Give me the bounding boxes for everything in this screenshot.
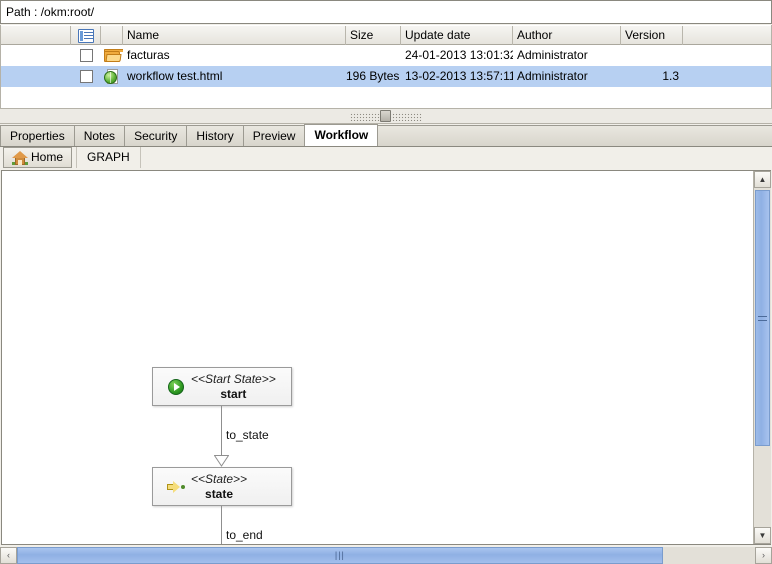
list-view-icon xyxy=(77,28,94,43)
row-blank1 xyxy=(1,45,71,66)
scroll-right-button[interactable]: › xyxy=(755,546,772,564)
subtab-home-label: Home xyxy=(31,150,64,164)
cell-size: 196 Bytes xyxy=(346,69,400,83)
column-header-name[interactable]: Name xyxy=(123,26,346,45)
chevron-left-icon: ‹ xyxy=(7,550,10,560)
tab-preview[interactable]: Preview xyxy=(242,125,306,146)
workflow-node-state-stereotype: <<State>> xyxy=(191,471,248,486)
chevron-up-icon: ▲ xyxy=(758,175,767,184)
cell-author: Administrator xyxy=(517,48,588,62)
workflow-node-start-text: <<Start State>> start xyxy=(191,372,276,402)
workflow-graph-canvas[interactable]: <<Start State>> start to_state <<State>>… xyxy=(2,171,754,544)
html-globe-icon xyxy=(104,68,120,85)
workflow-node-start[interactable]: <<Start State>> start xyxy=(152,367,292,406)
scroll-left-button[interactable]: ‹ xyxy=(0,546,17,564)
tab-strip-filler xyxy=(376,125,772,146)
column-header-blank1[interactable] xyxy=(1,26,71,45)
workflow-edge-to-state-line xyxy=(221,406,222,456)
horizontal-scroll-trough[interactable]: ||| xyxy=(17,546,755,564)
cell-name: facturas xyxy=(127,48,170,62)
cell-version: 1.3 xyxy=(662,69,679,83)
workflow-node-state-name: state xyxy=(205,486,234,501)
tab-security[interactable]: Security xyxy=(124,125,188,146)
workflow-edge-to-end-label: to_end xyxy=(226,528,263,542)
workflow-sub-tab-strip: Home GRAPH xyxy=(0,147,772,170)
column-header-size[interactable]: Size xyxy=(346,26,401,45)
horizontal-splitter[interactable] xyxy=(0,108,772,124)
row-icon-cell xyxy=(101,45,123,66)
workflow-edge-to-state-label: to_state xyxy=(226,428,269,442)
path-label: Path : /okm:root/ xyxy=(6,5,95,19)
subtab-graph[interactable]: GRAPH xyxy=(76,147,141,168)
vertical-scroll-thumb[interactable] xyxy=(755,190,770,446)
detail-tab-strip: Properties Notes Security History Previe… xyxy=(0,124,772,147)
cell-pad xyxy=(683,66,771,87)
folder-icon xyxy=(103,48,123,63)
column-header-pad xyxy=(683,26,771,45)
workflow-node-state[interactable]: <<State>> state xyxy=(152,467,292,506)
cell-pad xyxy=(683,45,771,66)
scroll-up-button[interactable]: ▲ xyxy=(754,171,771,188)
column-header-blank2[interactable] xyxy=(101,26,123,45)
column-header-version[interactable]: Version xyxy=(621,26,683,45)
cell-name: workflow test.html xyxy=(127,69,223,83)
state-icon xyxy=(167,480,185,494)
workflow-edge-to-state-arrowhead xyxy=(214,455,229,467)
horizontal-scroll-thumb[interactable]: ||| xyxy=(17,546,663,564)
row-checkbox-cell[interactable] xyxy=(71,66,101,87)
tab-workflow[interactable]: Workflow xyxy=(304,124,379,146)
row-blank1 xyxy=(1,66,71,87)
tab-history[interactable]: History xyxy=(186,125,244,146)
vertical-scroll-trough[interactable] xyxy=(754,188,771,527)
column-header-author[interactable]: Author xyxy=(513,26,621,45)
scroll-down-button[interactable]: ▼ xyxy=(754,527,771,544)
tab-notes[interactable]: Notes xyxy=(73,125,126,146)
workflow-edge-to-end-line xyxy=(221,506,222,544)
chevron-down-icon: ▼ xyxy=(758,531,767,540)
column-header-update-date[interactable]: Update date xyxy=(401,26,513,45)
chevron-right-icon: › xyxy=(762,550,765,560)
cell-update-date: 13-02-2013 13:57:11 xyxy=(405,69,513,83)
scroll-thumb-grip-icon: ||| xyxy=(334,550,345,560)
workflow-node-start-stereotype: <<Start State>> xyxy=(191,371,276,386)
vertical-scrollbar[interactable]: ▲ ▼ xyxy=(753,171,771,544)
row-checkbox-cell[interactable] xyxy=(71,45,101,66)
file-list-table: Name Size Update date Author Version fac… xyxy=(0,25,772,108)
start-state-icon xyxy=(167,378,185,395)
row-checkbox[interactable] xyxy=(79,49,93,62)
table-row[interactable]: workflow test.html 196 Bytes 13-02-2013 … xyxy=(1,66,771,87)
cell-version xyxy=(621,45,683,66)
tab-properties[interactable]: Properties xyxy=(0,125,75,146)
table-row[interactable]: facturas 24-01-2013 13:01:32 Administrat… xyxy=(1,45,771,66)
horizontal-scrollbar[interactable]: ‹ ||| › xyxy=(0,546,772,564)
okm-document-browser: Path : /okm:root/ Name Size Update date … xyxy=(0,0,772,564)
workflow-node-state-text: <<State>> state xyxy=(191,472,247,502)
cell-update-date: 24-01-2013 13:01:32 xyxy=(405,48,513,62)
cell-author: Administrator xyxy=(517,69,588,83)
path-bar: Path : /okm:root/ xyxy=(0,0,772,24)
subtab-home[interactable]: Home xyxy=(3,147,73,168)
subtab-graph-label: GRAPH xyxy=(87,150,130,164)
table-body: facturas 24-01-2013 13:01:32 Administrat… xyxy=(1,45,771,87)
row-checkbox[interactable] xyxy=(79,70,93,83)
cell-size xyxy=(346,45,401,66)
workflow-node-start-name: start xyxy=(220,386,247,401)
table-header-row: Name Size Update date Author Version xyxy=(1,25,771,45)
row-icon-cell xyxy=(101,66,123,87)
scroll-thumb-grip-icon xyxy=(758,315,767,321)
column-header-listview[interactable] xyxy=(71,26,101,45)
home-icon xyxy=(12,150,28,165)
splitter-grip[interactable] xyxy=(350,109,422,122)
workflow-graph-panel: <<Start State>> start to_state <<State>>… xyxy=(1,170,771,545)
splitter-knob[interactable] xyxy=(380,109,391,122)
